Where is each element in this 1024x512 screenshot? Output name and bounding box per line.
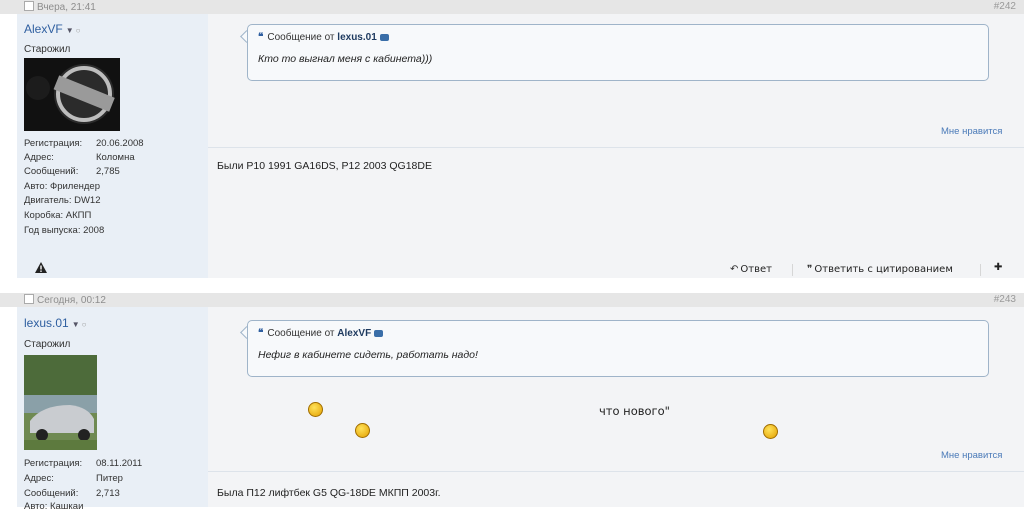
post-date: Сегодня, 00:12	[37, 295, 106, 306]
separator	[980, 264, 981, 276]
like-link[interactable]: Мне нравится	[941, 450, 1002, 461]
smiley-icon	[763, 424, 778, 439]
post-header-bar: Сегодня, 00:12 #243	[0, 293, 1024, 307]
post-body: Были P10 1991 GA16DS, P12 2003 QG18DE	[217, 160, 432, 172]
avatar[interactable]	[24, 58, 120, 131]
post-date: Вчера, 21:41	[37, 2, 96, 13]
offline-status-icon: ○	[81, 320, 87, 329]
view-post-icon[interactable]	[379, 34, 389, 41]
chevron-down-icon[interactable]: ▼	[72, 320, 80, 329]
author-name-text[interactable]: lexus.01	[24, 316, 69, 330]
info-address: Адрес: Питер	[24, 473, 123, 484]
post-divider	[208, 147, 1024, 148]
message-text: что нового"	[599, 404, 670, 418]
info-posts: Сообщений: 2,785	[24, 166, 120, 177]
select-checkbox[interactable]	[24, 1, 34, 11]
reply-with-quote-button[interactable]: ❞ Ответить с цитированием	[807, 264, 953, 275]
info-gearbox: Коробка: АКПП	[24, 210, 92, 221]
quote-marks-icon: ❝	[258, 32, 264, 43]
multiquote-plus-icon[interactable]: ✚	[994, 262, 1002, 273]
reply-button[interactable]: ↶ Ответ	[730, 264, 772, 275]
author-rank: Старожил	[24, 339, 71, 350]
post-number[interactable]: #242	[994, 1, 1016, 12]
quote-header: ❝ Сообщение от AlexVF	[258, 328, 384, 339]
author-rank: Старожил	[24, 44, 71, 55]
quote-text: Нефиг в кабинете сидеть, работать надо!	[258, 349, 478, 361]
quote-text: Кто то выгнал меня с кабинета)))	[258, 53, 433, 65]
info-registration: Регистрация: 08.11.2011	[24, 458, 143, 469]
post-number[interactable]: #243	[994, 294, 1016, 305]
warning-icon[interactable]	[35, 262, 47, 273]
smiley-icon	[355, 423, 370, 438]
post-body: Была П12 лифтбек G5 QG-18DE МКПП 2003г.	[217, 487, 441, 499]
like-link[interactable]: Мне нравится	[941, 126, 1002, 137]
post-divider	[208, 471, 1024, 472]
view-post-icon[interactable]	[374, 330, 384, 337]
quote-block: ❝ Сообщение от lexus.01 Кто то выгнал мен…	[247, 24, 989, 81]
info-year: Год выпуска: 2008	[24, 225, 105, 236]
quote-block: ❝ Сообщение от AlexVF Нефиг в кабинете си…	[247, 320, 989, 377]
author-name[interactable]: AlexVF ▼ ○	[24, 22, 80, 36]
chevron-down-icon[interactable]: ▼	[66, 26, 74, 35]
smiley-icon	[308, 402, 323, 417]
reply-arrow-icon: ↶	[730, 264, 739, 275]
info-car: Авто: Фрилендер	[24, 181, 100, 192]
quote-author[interactable]: lexus.01	[337, 32, 376, 43]
offline-status-icon: ○	[75, 26, 81, 35]
info-address: Адрес: Коломна	[24, 152, 135, 163]
post-header-bar: Вчера, 21:41 #242	[0, 0, 1024, 14]
author-name[interactable]: lexus.01 ▼ ○	[24, 316, 86, 330]
quote-bubble-icon: ❞	[807, 264, 813, 275]
quote-author[interactable]: AlexVF	[337, 328, 371, 339]
info-engine: Двигатель: DW12	[24, 195, 101, 206]
separator	[792, 264, 793, 276]
author-name-text[interactable]: AlexVF	[24, 22, 63, 36]
info-registration: Регистрация: 20.06.2008	[24, 138, 144, 149]
quote-header: ❝ Сообщение от lexus.01	[258, 32, 389, 43]
info-posts: Сообщений: 2,713	[24, 488, 120, 499]
select-checkbox[interactable]	[24, 294, 34, 304]
quote-marks-icon: ❝	[258, 328, 264, 339]
avatar[interactable]	[24, 355, 97, 450]
